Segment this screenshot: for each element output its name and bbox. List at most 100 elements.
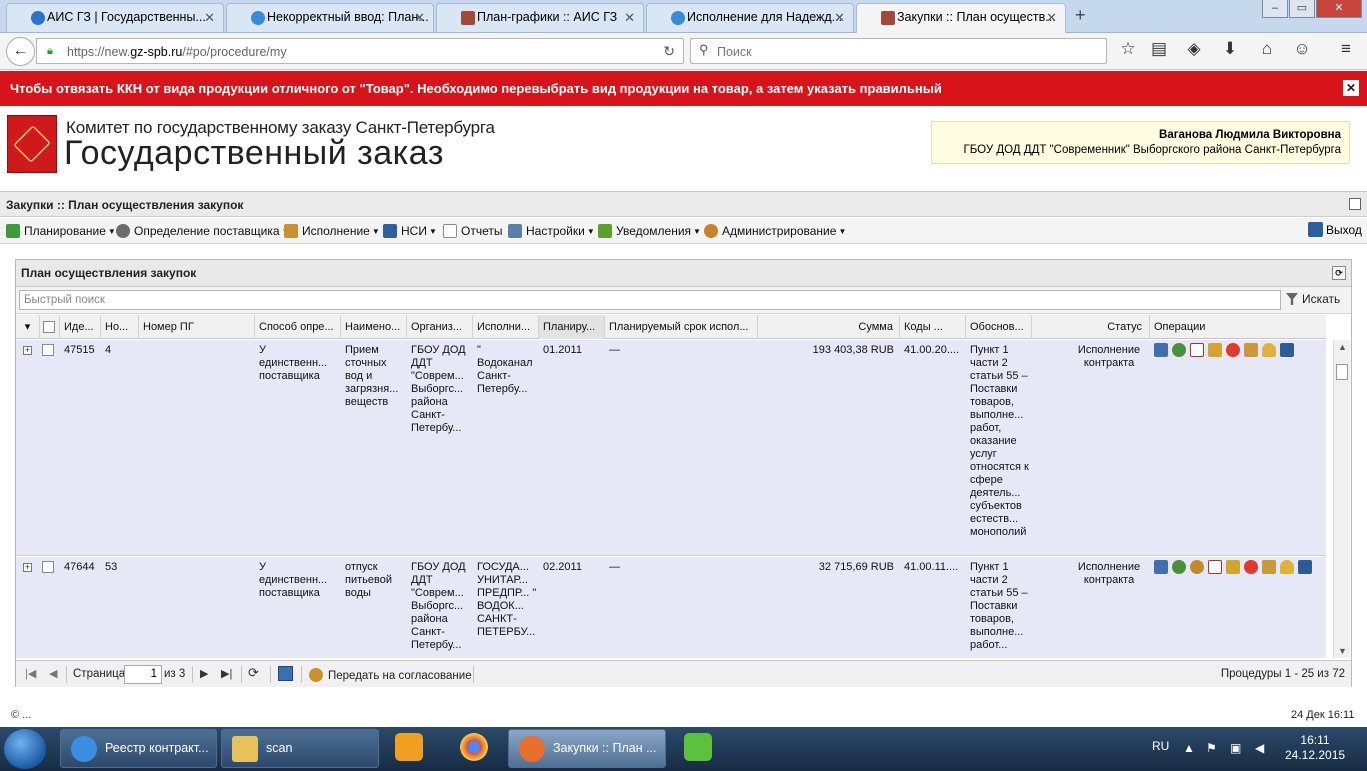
column-header-organization[interactable]: Организ... [407, 315, 473, 339]
column-header-name[interactable]: Наимено... [341, 315, 407, 339]
tray-expand-icon[interactable]: ▲ [1183, 741, 1195, 755]
column-header-id[interactable]: Иде... [60, 315, 101, 339]
search-icon[interactable] [1262, 343, 1276, 357]
tab-close-icon[interactable]: ✕ [624, 4, 635, 31]
save-icon[interactable] [278, 666, 293, 681]
column-header-sum[interactable]: Сумма [758, 315, 900, 339]
search-button[interactable]: Искать [1286, 292, 1340, 306]
browser-tab-purchases[interactable]: Закупки :: План осуществ... ✕ [856, 3, 1066, 33]
scroll-down-icon[interactable]: ▼ [1338, 646, 1347, 656]
chrome-icon[interactable] [460, 733, 488, 761]
last-page-icon[interactable]: ▶| [221, 667, 232, 680]
pocket-icon[interactable]: ◈ [1182, 39, 1206, 59]
network-icon[interactable]: ▣ [1230, 741, 1241, 755]
collapse-panel-button[interactable] [1349, 198, 1361, 210]
home-icon[interactable]: ⌂ [1255, 39, 1279, 59]
volume-icon[interactable]: ◀ [1255, 741, 1264, 755]
edit-icon[interactable] [1208, 343, 1222, 357]
browser-tab-incorrect-input[interactable]: Некорректный ввод: План... ✕ [226, 3, 434, 32]
scroll-up-icon[interactable]: ▲ [1338, 342, 1347, 352]
gear-icon[interactable] [1172, 560, 1186, 574]
menu-icon[interactable]: ≡ [1334, 39, 1358, 59]
exit-button[interactable]: Выход [1308, 222, 1362, 237]
page-number-input[interactable]: 1 [124, 665, 162, 684]
scroll-thumb[interactable] [1336, 364, 1348, 380]
browser-tab-ais[interactable]: АИС ГЗ | Государственны... ✕ [6, 3, 224, 32]
search-icon[interactable] [1280, 560, 1294, 574]
row-checkbox[interactable] [42, 561, 54, 573]
menu-settings[interactable]: Настройки ▼ [508, 223, 595, 240]
next-page-icon[interactable]: ▶ [200, 667, 208, 680]
expand-row-icon[interactable]: + [23, 563, 32, 572]
column-header-number[interactable]: Но... [101, 315, 139, 339]
chart-icon[interactable] [1154, 343, 1168, 357]
document-icon[interactable] [1190, 343, 1204, 357]
keyboard-language[interactable]: RU [1152, 739, 1169, 753]
media-player-icon[interactable] [395, 733, 423, 761]
music-app-icon[interactable] [684, 733, 712, 761]
minimize-window-button[interactable]: – [1262, 0, 1288, 18]
taskbar-item-ie[interactable]: Реестр контракт... [60, 729, 217, 768]
prev-page-icon[interactable]: ◀ [49, 667, 57, 680]
library-icon[interactable] [1298, 560, 1312, 574]
menu-reference-data[interactable]: НСИ ▼ [383, 223, 437, 240]
browser-search-input[interactable]: ⚲ Поиск [690, 38, 1107, 64]
quick-search-input[interactable]: Быстрый поиск [19, 290, 1281, 310]
new-tab-button[interactable]: + [1075, 5, 1086, 26]
maximize-window-button[interactable]: ▭ [1289, 0, 1315, 18]
clear-filter-icon[interactable]: ▾ [16, 315, 40, 339]
system-clock[interactable]: 16:11 24.12.2015 [1285, 733, 1345, 763]
browser-tab-plan-graphs[interactable]: План-графики :: АИС ГЗ ✕ [436, 3, 644, 32]
address-bar[interactable]: 🔒︎ https://new.gz-spb.ru/#po/procedure/m… [36, 38, 684, 64]
report-icon[interactable] [1262, 560, 1276, 574]
column-header-executor[interactable]: Исполни... [473, 315, 539, 339]
refresh-icon[interactable]: ⟳ [248, 665, 259, 681]
table-row[interactable]: + 47515 4 У единственн... поставщика При… [16, 340, 1326, 556]
tab-close-icon[interactable]: ✕ [414, 4, 425, 31]
reload-icon[interactable]: ↻ [663, 43, 675, 60]
refresh-panel-icon[interactable]: ⟳ [1332, 266, 1346, 280]
edit-icon[interactable] [1226, 560, 1240, 574]
bookmark-star-icon[interactable]: ☆ [1116, 39, 1140, 59]
back-button[interactable]: ← [6, 37, 35, 66]
menu-supplier-selection[interactable]: Определение поставщика▼ [116, 223, 289, 240]
grid-scrollbar[interactable]: ▲ ▼ [1333, 340, 1350, 658]
reading-list-icon[interactable]: ▤ [1147, 39, 1171, 59]
menu-planning[interactable]: Планирование ▼ [6, 223, 116, 240]
coat-of-arms-icon[interactable] [1190, 560, 1204, 574]
tab-close-icon[interactable]: ✕ [1046, 4, 1057, 31]
report-icon[interactable] [1244, 343, 1258, 357]
first-page-icon[interactable]: |◀ [25, 667, 36, 680]
flag-icon[interactable]: ⚑ [1206, 741, 1217, 755]
column-header-status[interactable]: Статус [1032, 315, 1150, 339]
stop-icon[interactable] [1226, 343, 1240, 357]
menu-execution[interactable]: Исполнение ▼ [284, 223, 380, 240]
table-row[interactable]: + 47644 53 У единственн... поставщика от… [16, 557, 1326, 658]
expand-row-icon[interactable]: + [23, 346, 32, 355]
close-icon[interactable]: ✕ [1343, 80, 1359, 96]
submit-approval-button[interactable]: Передать на согласование [309, 668, 472, 682]
smiley-icon[interactable]: ☺ [1290, 39, 1314, 59]
menu-reports[interactable]: Отчеты [443, 223, 502, 239]
stop-icon[interactable] [1244, 560, 1258, 574]
menu-notifications[interactable]: Уведомления ▼ [598, 223, 701, 240]
chart-icon[interactable] [1154, 560, 1168, 574]
column-header-plan-month[interactable]: Планиру... [539, 315, 605, 339]
gear-icon[interactable] [1172, 343, 1186, 357]
column-header-basis[interactable]: Обоснов... [966, 315, 1032, 339]
close-window-button[interactable]: ✕ [1316, 0, 1362, 18]
column-header-codes[interactable]: Коды ... [900, 315, 966, 339]
library-icon[interactable] [1280, 343, 1294, 357]
select-all-checkbox[interactable] [40, 315, 60, 339]
document-icon[interactable] [1208, 560, 1222, 574]
column-header-method[interactable]: Способ опре... [255, 315, 341, 339]
column-header-pg-number[interactable]: Номер ПГ [139, 315, 255, 339]
row-checkbox[interactable] [42, 344, 54, 356]
column-header-plan-term[interactable]: Планируемый срок испол... [605, 315, 758, 339]
tab-close-icon[interactable]: ✕ [204, 4, 215, 31]
browser-tab-execution[interactable]: Исполнение для Надежд... ✕ [646, 3, 854, 32]
taskbar-item-firefox[interactable]: Закупки :: План ... [508, 729, 666, 768]
taskbar-item-scan[interactable]: scan [221, 729, 379, 768]
start-button[interactable] [4, 729, 46, 769]
menu-administration[interactable]: Администрирование ▼ [704, 223, 846, 240]
